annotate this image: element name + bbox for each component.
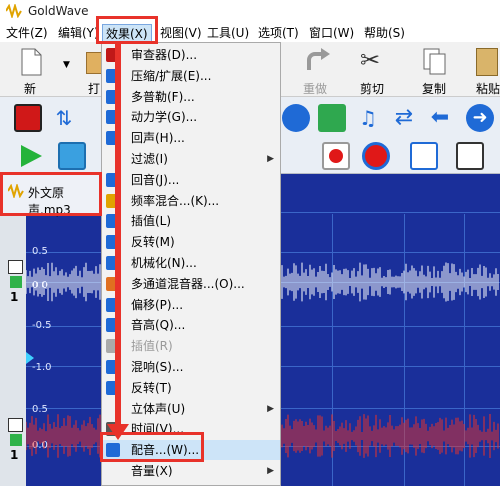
app-title: GoldWave bbox=[28, 4, 89, 18]
channel-left-toggle[interactable] bbox=[8, 260, 23, 274]
title-bar: GoldWave bbox=[0, 0, 500, 24]
menu-file[interactable]: 文件(Z) bbox=[6, 24, 48, 42]
annotation-box bbox=[0, 172, 102, 216]
effects-menu-item[interactable]: 反转(M) bbox=[102, 232, 280, 252]
effects-menu-item[interactable]: 音高(Q)... bbox=[102, 315, 280, 335]
submenu-arrow-icon: ▶ bbox=[267, 466, 274, 476]
menu-tools[interactable]: 工具(U) bbox=[207, 24, 249, 42]
effects-menu-item-label: 回声(H)... bbox=[131, 131, 185, 146]
record-icon[interactable] bbox=[322, 142, 350, 170]
effects-menu-item-label: 偏移(P)... bbox=[131, 297, 184, 312]
channel-right-check-icon[interactable] bbox=[10, 434, 22, 446]
clipboard-icon bbox=[476, 48, 498, 76]
submenu-arrow-icon: ▶ bbox=[267, 154, 274, 164]
annotation-arrowhead bbox=[107, 424, 129, 440]
forward-circle-icon[interactable]: ➜ bbox=[466, 104, 494, 132]
effects-menu-item-label: 机械化(N)... bbox=[131, 256, 197, 270]
effects-menu-item-label: 动力学(G)... bbox=[131, 110, 198, 125]
effects-menu-item[interactable]: 过滤(I) ▶ bbox=[102, 149, 280, 169]
effects-menu: 审查器(D)... 压缩/扩展(E)... 多普勒(F)... 动力学(G)... 回声… bbox=[101, 42, 281, 486]
effects-menu-item[interactable]: 多通道混音器...(O)... bbox=[102, 274, 280, 294]
cut-label: 剪切 bbox=[360, 82, 385, 96]
gear-effect-icon[interactable] bbox=[282, 104, 310, 132]
effects-menu-item[interactable]: 压缩/扩展(E)... bbox=[102, 66, 280, 86]
effects-menu-item[interactable]: 音量(X) ▶ bbox=[102, 461, 280, 481]
goldwave-logo-icon bbox=[6, 4, 22, 18]
effects-menu-item-label: 过滤(I) bbox=[131, 152, 168, 166]
stop-record-icon[interactable] bbox=[14, 104, 42, 132]
record-selection-icon[interactable] bbox=[362, 142, 390, 170]
effects-menu-item-label: 插值(R) bbox=[131, 339, 173, 354]
menu-options[interactable]: 选项(T) bbox=[258, 24, 299, 42]
effects-menu-item[interactable]: 频率混合...(K)... bbox=[102, 191, 280, 211]
effects-menu-item[interactable]: 回音(J)... bbox=[102, 170, 280, 190]
new-file-icon bbox=[21, 48, 42, 76]
redo-icon bbox=[307, 48, 330, 70]
open-button[interactable]: 打 bbox=[82, 46, 102, 96]
menu-help[interactable]: 帮助(S) bbox=[364, 24, 405, 42]
channel-right-toggle[interactable] bbox=[8, 418, 23, 432]
swap-arrows-icon[interactable]: ⇄ bbox=[390, 104, 418, 132]
effects-menu-item-label: 频率混合...(K)... bbox=[131, 193, 220, 208]
effects-menu-item[interactable]: 审查器(D)... bbox=[102, 45, 280, 65]
effects-menu-item[interactable]: 机械化(N)... bbox=[102, 253, 280, 273]
new-button[interactable]: 新 bbox=[14, 46, 54, 96]
channel-left-number: 1 bbox=[10, 290, 19, 304]
effects-menu-item-label: 立体声(U) bbox=[131, 401, 186, 416]
play-icon[interactable] bbox=[18, 143, 44, 169]
effects-menu-item-label: 反转(T) bbox=[131, 380, 172, 395]
annotation-arrow bbox=[115, 42, 121, 427]
open-button-label: 打 bbox=[88, 82, 101, 96]
monitor-icon[interactable] bbox=[410, 142, 438, 170]
effects-menu-item-label: 反转(M) bbox=[131, 235, 175, 250]
channel-gutter: 1 1 bbox=[0, 214, 26, 486]
menu-edit[interactable]: 编辑(Y) bbox=[58, 24, 99, 42]
effects-menu-item[interactable]: 动力学(G)... bbox=[102, 107, 280, 127]
menu-view[interactable]: 视图(V) bbox=[160, 24, 202, 42]
menu-bar: 文件(Z) 编辑(Y) 效果(X) 视图(V) 工具(U) 选项(T) 窗口(W… bbox=[0, 24, 500, 42]
effects-menu-item[interactable]: 混响(S)... bbox=[102, 357, 280, 377]
cut-button[interactable]: ✂ 剪切 bbox=[352, 46, 396, 96]
annotation-box bbox=[96, 16, 158, 44]
effects-menu-item-label: 审查器(D)... bbox=[131, 48, 198, 62]
copy-button[interactable]: 复制 bbox=[414, 46, 458, 96]
effects-menu-item-label: 回音(J)... bbox=[131, 172, 180, 187]
paste-label: 粘贴 bbox=[476, 82, 500, 96]
effects-menu-item[interactable]: 立体声(U) ▶ bbox=[102, 399, 280, 419]
mixer-puzzle-icon[interactable] bbox=[318, 104, 346, 132]
chevron-down-icon[interactable]: ▼ bbox=[63, 60, 70, 70]
effects-menu-item-label: 压缩/扩展(E)... bbox=[131, 68, 212, 83]
open-folder-icon bbox=[86, 52, 102, 74]
effects-menu-item[interactable]: 反转(T) bbox=[102, 378, 280, 398]
new-button-label: 新 bbox=[24, 82, 37, 96]
menu-window[interactable]: 窗口(W) bbox=[309, 24, 354, 42]
channel-right-number: 1 bbox=[10, 448, 19, 462]
effects-menu-item-label: 音量(X) bbox=[131, 464, 173, 478]
effects-menu-item-label: 插值(L) bbox=[131, 214, 172, 229]
redo-button[interactable]: 重做 bbox=[295, 46, 339, 96]
effects-menu-item-label: 多通道混音器...(O)... bbox=[131, 276, 245, 291]
effects-menu-item[interactable]: 偏移(P)... bbox=[102, 295, 280, 315]
copy-icon bbox=[423, 48, 446, 75]
copy-label: 复制 bbox=[422, 82, 447, 96]
up-down-arrows-icon[interactable]: ⇅ bbox=[50, 104, 78, 132]
scissors-icon: ✂ bbox=[360, 46, 381, 74]
channel-left-check-icon[interactable] bbox=[10, 276, 22, 288]
effects-menu-item-label: 多普勒(F)... bbox=[131, 89, 195, 104]
effects-menu-item-label: 音高(Q)... bbox=[131, 318, 186, 333]
paste-button[interactable]: 粘贴 bbox=[470, 46, 500, 96]
play-selection-icon[interactable] bbox=[58, 142, 86, 170]
effects-menu-item[interactable]: 回声(H)... bbox=[102, 128, 280, 148]
effects-menu-item-label: 混响(S)... bbox=[131, 360, 184, 374]
music-note-icon[interactable]: ♫ bbox=[354, 104, 382, 132]
effects-menu-item[interactable]: 多普勒(F)... bbox=[102, 87, 280, 107]
redo-label: 重做 bbox=[303, 82, 328, 96]
left-arrow-icon[interactable]: ⬅ bbox=[426, 104, 454, 132]
effects-menu-item: 插值(R) bbox=[102, 336, 280, 356]
control-panel-icon[interactable] bbox=[456, 142, 484, 170]
submenu-arrow-icon: ▶ bbox=[267, 403, 274, 414]
cursor-marker-icon bbox=[26, 352, 34, 364]
effects-menu-item[interactable]: 插值(L) bbox=[102, 211, 280, 231]
